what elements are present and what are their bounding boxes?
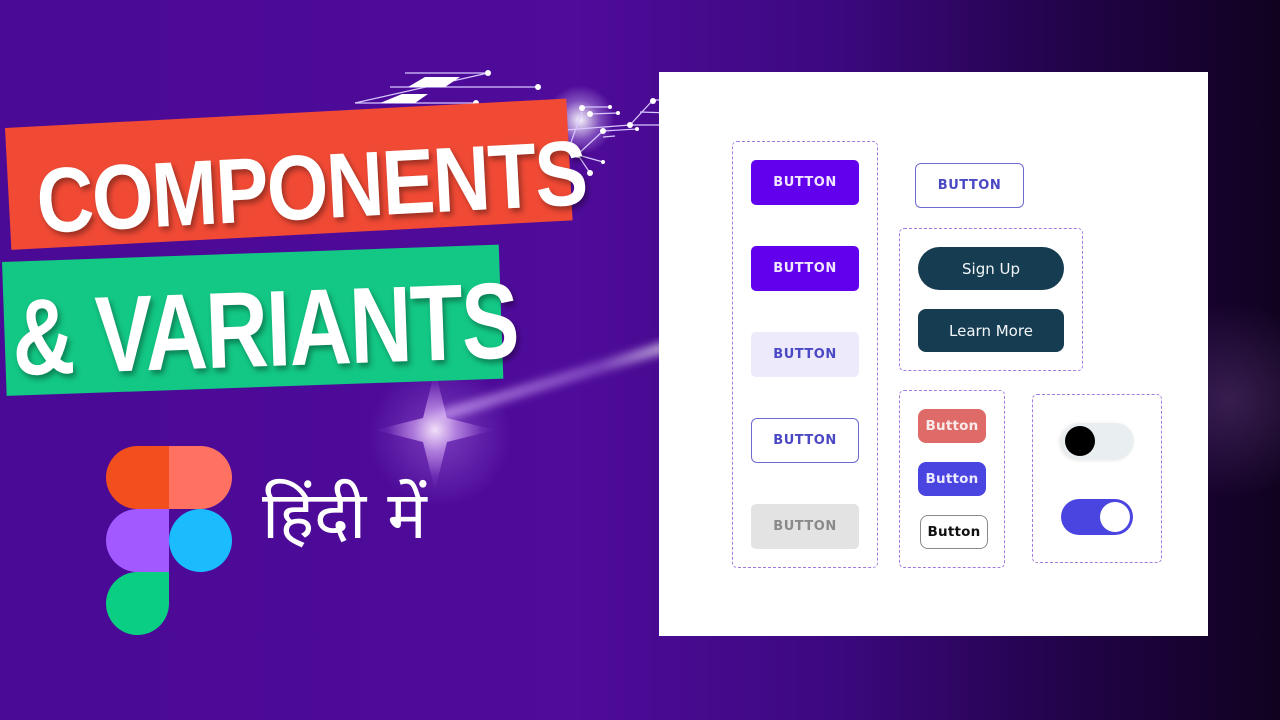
contained-button-hover[interactable]: BUTTON — [751, 246, 859, 291]
disabled-button: BUTTON — [751, 504, 859, 549]
standalone-outlined-button[interactable]: BUTTON — [915, 163, 1024, 208]
figma-logo-icon — [106, 446, 232, 635]
sign-up-button[interactable]: Sign Up — [918, 247, 1064, 290]
blue-button[interactable]: Button — [918, 462, 986, 496]
toggle-knob — [1065, 426, 1095, 456]
red-button[interactable]: Button — [918, 409, 986, 443]
subtitle-hindi: हिंदी में — [262, 477, 427, 554]
variant-group-toggles — [1032, 394, 1162, 563]
title-line-2: & VARIANTS — [10, 259, 520, 398]
variant-group-primary: BUTTON BUTTON BUTTON BUTTON BUTTON — [732, 141, 878, 568]
variant-group-small: Button Button Button — [899, 390, 1005, 568]
white-button[interactable]: Button — [920, 515, 988, 549]
components-card: BUTTON BUTTON BUTTON BUTTON BUTTON BUTTO… — [659, 72, 1208, 636]
learn-more-button[interactable]: Learn More — [918, 309, 1064, 352]
toggle-on[interactable] — [1061, 499, 1133, 535]
outlined-button[interactable]: BUTTON — [751, 418, 859, 463]
tonal-button[interactable]: BUTTON — [751, 332, 859, 377]
contained-button[interactable]: BUTTON — [751, 160, 859, 205]
variant-group-dark: Sign Up Learn More — [899, 228, 1083, 371]
toggle-knob — [1100, 502, 1130, 532]
toggle-off[interactable] — [1062, 423, 1134, 459]
